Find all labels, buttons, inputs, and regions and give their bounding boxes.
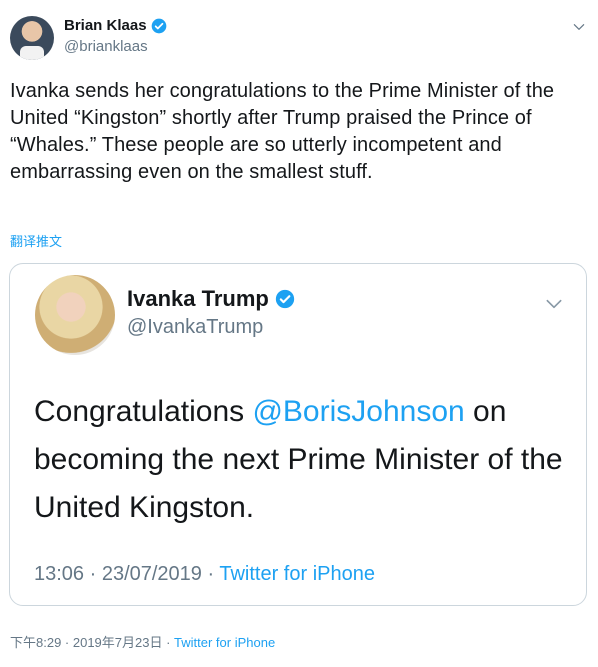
tweet-source-link[interactable]: Twitter for iPhone	[174, 635, 275, 650]
quoted-author-name: Ivanka Trump	[127, 286, 269, 311]
tweet-meta: 下午8:29 · 2019年7月23日 · Twitter for iPhone	[10, 632, 275, 651]
verified-badge-icon	[275, 289, 295, 309]
chevron-down-icon	[546, 299, 562, 309]
chevron-down-icon[interactable]	[572, 20, 586, 34]
quoted-tweet-meta: 13:06 · 23/07/2019 · Twitter for iPhone	[34, 563, 375, 586]
quoted-text-before: Congratulations	[34, 395, 253, 428]
quoted-tweet-text: Congratulations @BorisJohnson on becomin…	[34, 388, 574, 532]
tweet-timestamp[interactable]: 下午8:29 · 2019年7月23日 ·	[10, 635, 174, 650]
author-name[interactable]: Brian Klaas	[64, 17, 147, 34]
quoted-source: Twitter for iPhone	[219, 563, 375, 585]
verified-badge-icon	[151, 18, 166, 33]
author-handle[interactable]: @brianklaas	[64, 38, 148, 55]
author-name-row: Brian Klaas	[64, 17, 167, 34]
translate-tweet-link[interactable]: 翻译推文	[10, 231, 62, 250]
tweet-text: Ivanka sends her congratulations to the …	[10, 80, 555, 183]
quoted-author-handle: @IvankaTrump	[127, 316, 264, 338]
quoted-timestamp: 13:06 · 23/07/2019 ·	[34, 563, 220, 585]
mention-link: @BorisJohnson	[252, 395, 465, 428]
author-avatar[interactable]	[10, 16, 54, 60]
quoted-tweet-card[interactable]: Ivanka Trump @IvankaTrump Congratulation…	[9, 263, 587, 606]
avatar-shirt	[20, 46, 44, 60]
quoted-author-avatar	[35, 275, 115, 355]
quoted-author-name-row: Ivanka Trump	[127, 286, 295, 312]
